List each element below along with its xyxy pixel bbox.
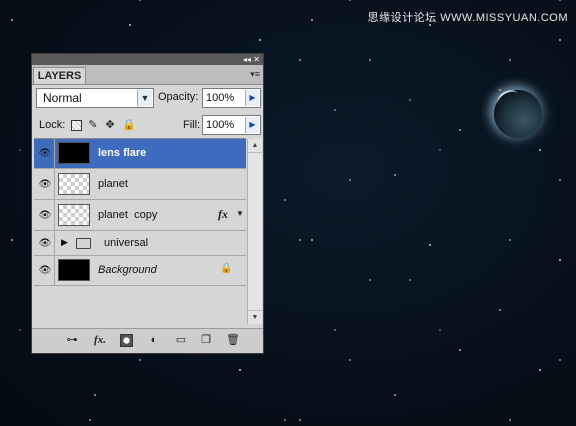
layers-panel: ◂◂ ✕ LAYERS ▾≡ Normal ▼ Opacity: 100% ▶ … (31, 53, 264, 354)
fill-value: 100% (206, 119, 235, 131)
layer-name: planet copy (98, 209, 158, 221)
layer-row-background[interactable]: 👁 Background 🔒 (34, 256, 246, 286)
layer-row-universal-group[interactable]: 👁 ▶ universal (34, 231, 246, 256)
blend-mode-select[interactable]: Normal ▼ (36, 88, 154, 108)
fx-expand-icon[interactable]: ▼ (236, 209, 244, 218)
layer-name: Background (98, 264, 157, 276)
link-icon[interactable]: ⊶ (63, 333, 81, 348)
chevron-down-icon[interactable]: ▼ (137, 90, 152, 106)
layer-name: lens flare (98, 147, 147, 159)
lock-label: Lock: (39, 119, 66, 131)
group-name: universal (104, 237, 149, 249)
opacity-arrow-icon[interactable]: ▶ (245, 90, 259, 106)
lock-transparent-pixels-icon[interactable] (71, 120, 82, 131)
fill-label: Fill: (183, 119, 201, 131)
lock-icon: 🔒 (220, 263, 233, 274)
collapse-close-buttons[interactable]: ◂◂ ✕ (243, 54, 260, 65)
lock-all-icon[interactable]: 🔒 (122, 119, 136, 131)
fill-field[interactable]: 100% ▶ (202, 115, 261, 135)
trash-icon[interactable]: 🗑 (226, 333, 240, 348)
opacity-field[interactable]: 100% ▶ (202, 88, 261, 108)
eye-icon[interactable]: 👁 (36, 256, 55, 285)
scroll-up-icon[interactable]: ▲ (248, 139, 262, 153)
tab-layers[interactable]: LAYERS (33, 67, 86, 84)
eye-icon[interactable]: 👁 (36, 200, 55, 230)
blend-opacity-row: Normal ▼ Opacity: 100% ▶ (35, 87, 261, 109)
folder-icon[interactable]: ▭ (173, 333, 189, 348)
panel-bottom-toolbar: ⊶ fx. ◐ ▭ ❐ 🗑 (32, 328, 263, 353)
eye-icon[interactable]: 👁 (36, 169, 55, 199)
eye-icon[interactable]: 👁 (36, 231, 55, 255)
fx-icon[interactable]: fx. (90, 333, 110, 348)
folder-icon (76, 238, 91, 249)
watermark-text: 思缘设计论坛 WWW.MISSYUAN.COM (367, 12, 568, 24)
lock-fill-row: Lock: ✎ ✥ 🔒 Fill: 100% ▶ (35, 114, 261, 136)
fx-icon[interactable]: fx (218, 207, 228, 222)
layers-list: 👁 lens flare 👁 planet 👁 planet copy fx ▼… (34, 138, 246, 325)
layer-thumbnail (58, 259, 90, 281)
opacity-label: Opacity: (158, 91, 199, 103)
layer-thumbnail (58, 173, 90, 195)
layer-thumbnail (58, 142, 90, 164)
expand-arrow-icon[interactable]: ▶ (61, 237, 68, 248)
new-layer-icon[interactable]: ❐ (199, 333, 213, 348)
layer-row-planet-copy[interactable]: 👁 planet copy fx ▼ (34, 200, 246, 231)
eye-icon[interactable]: 👁 (36, 139, 55, 168)
layer-thumbnail (58, 204, 90, 226)
blend-mode-value: Normal (43, 91, 82, 105)
lock-position-icon[interactable]: ✥ (104, 119, 116, 131)
scroll-down-icon[interactable]: ▼ (248, 310, 262, 324)
layers-scrollbar[interactable]: ▲ ▼ (247, 139, 262, 324)
panel-tab-row: LAYERS ▾≡ (32, 65, 263, 85)
planet-image (494, 90, 542, 138)
layer-row-lens-flare[interactable]: 👁 lens flare (34, 139, 246, 169)
fill-arrow-icon[interactable]: ▶ (245, 117, 259, 133)
panel-menu-icon[interactable]: ▾≡ (250, 69, 260, 80)
mask-icon[interactable] (120, 334, 133, 347)
layer-row-planet[interactable]: 👁 planet (34, 169, 246, 200)
opacity-value: 100% (206, 92, 235, 104)
panel-titlebar[interactable]: ◂◂ ✕ (32, 54, 263, 65)
layer-name: planet (98, 178, 128, 190)
lock-image-pixels-icon[interactable]: ✎ (87, 119, 99, 131)
adjustment-icon[interactable]: ◐ (146, 333, 162, 348)
